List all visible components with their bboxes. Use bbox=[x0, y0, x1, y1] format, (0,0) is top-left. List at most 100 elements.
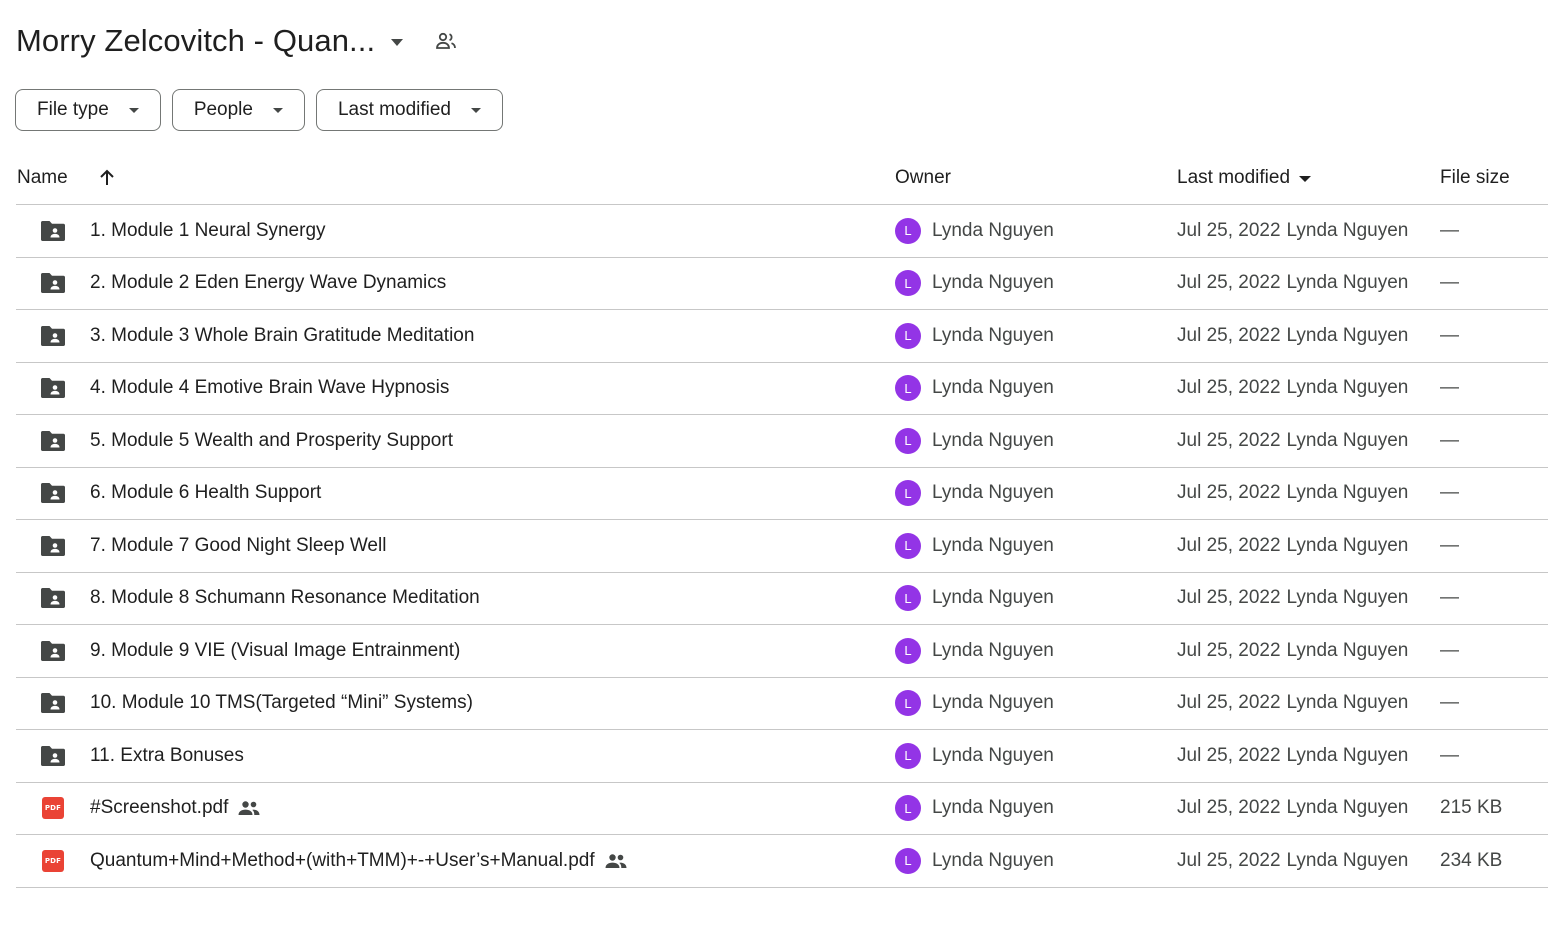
avatar: L bbox=[895, 742, 921, 769]
file-type-filter[interactable]: File type bbox=[15, 89, 161, 131]
avatar: L bbox=[895, 322, 921, 349]
last-modified-filter[interactable]: Last modified bbox=[315, 89, 503, 131]
table-row[interactable]: 3. Module 3 Whole Brain Gratitude Medita… bbox=[16, 310, 1548, 363]
owner-name: Lynda Nguyen bbox=[932, 219, 1054, 241]
file-name[interactable]: 9. Module 9 VIE (Visual Image Entrainmen… bbox=[90, 640, 460, 662]
owner-name: Lynda Nguyen bbox=[932, 377, 1054, 398]
modified-by: Lynda Nguyen bbox=[1286, 429, 1409, 451]
file-name-cell: 2. Module 2 Eden Energy Wave Dynamics bbox=[90, 258, 446, 309]
avatar: L bbox=[895, 690, 921, 716]
people-filter[interactable]: People bbox=[171, 89, 305, 131]
table-row[interactable]: PDF Quantum+Mind+Method+(with+TMM)+-+User… bbox=[16, 835, 1548, 888]
owner-name: Lynda Nguyen bbox=[932, 482, 1054, 503]
owner-header-label: Owner bbox=[895, 167, 951, 188]
owner-cell: L Lynda Nguyen bbox=[895, 415, 1054, 466]
file-name[interactable]: 2. Module 2 Eden Energy Wave Dynamics bbox=[90, 272, 446, 294]
pdf-badge: PDF bbox=[42, 849, 64, 872]
shared-people-icon[interactable] bbox=[433, 28, 459, 54]
file-name-cell: 4. Module 4 Emotive Brain Wave Hypnosis bbox=[90, 363, 449, 414]
file-size: — bbox=[1440, 587, 1459, 608]
owner-column-header: Owner bbox=[895, 152, 951, 204]
file-name[interactable]: #Screenshot.pdf bbox=[90, 797, 228, 819]
file-size: 215 KB bbox=[1440, 797, 1503, 818]
owner-cell: L Lynda Nguyen bbox=[895, 835, 1054, 886]
chevron-down-icon[interactable] bbox=[391, 39, 404, 46]
filter-chips: File type People Last modified bbox=[15, 89, 503, 131]
file-name[interactable]: 5. Module 5 Wealth and Prosperity Suppor… bbox=[90, 430, 453, 452]
avatar: L bbox=[895, 585, 921, 611]
table-body: 1. Module 1 Neural Synergy L Lynda Nguyen J… bbox=[16, 205, 1548, 888]
folder-title[interactable]: Morry Zelcovitch - Quan... bbox=[16, 23, 375, 59]
table-row[interactable]: 10. Module 10 TMS(Targeted “Mini” System… bbox=[16, 678, 1548, 730]
modified-by: Lynda Nguyen bbox=[1286, 797, 1409, 818]
shared-folder-icon bbox=[39, 730, 67, 781]
last-modified-cell: Jul 25, 2022 Lynda Nguyen bbox=[1177, 678, 1408, 729]
last-modified-cell: Jul 25, 2022 Lynda Nguyen bbox=[1177, 730, 1408, 781]
owner-cell: L Lynda Nguyen bbox=[895, 310, 1054, 361]
shared-folder-icon bbox=[39, 520, 67, 571]
file-name[interactable]: 11. Extra Bonuses bbox=[90, 745, 244, 767]
table-row[interactable]: 2. Module 2 Eden Energy Wave Dynamics L Ly… bbox=[16, 258, 1548, 310]
owner-cell: L Lynda Nguyen bbox=[895, 678, 1054, 729]
last-modified-cell: Jul 25, 2022 Lynda Nguyen bbox=[1177, 415, 1408, 466]
table-row[interactable]: 11. Extra Bonuses L Lynda Nguyen Jul 25, 20… bbox=[16, 730, 1548, 783]
table-row[interactable]: 6. Module 6 Health Support L Lynda Nguyen J… bbox=[16, 468, 1548, 520]
file-size: — bbox=[1440, 429, 1459, 451]
pdf-icon: PDF bbox=[39, 783, 67, 834]
file-size: — bbox=[1440, 324, 1459, 346]
avatar: L bbox=[895, 375, 921, 401]
table-row[interactable]: 7. Module 7 Good Night Sleep Well L Lynda … bbox=[16, 520, 1548, 573]
file-size: — bbox=[1440, 744, 1459, 766]
file-name[interactable]: 6. Module 6 Health Support bbox=[90, 482, 321, 504]
owner-name: Lynda Nguyen bbox=[932, 639, 1054, 661]
file-name[interactable]: 1. Module 1 Neural Synergy bbox=[90, 220, 326, 242]
last-modified-cell: Jul 25, 2022 Lynda Nguyen bbox=[1177, 520, 1408, 571]
modified-date: Jul 25, 2022 bbox=[1177, 849, 1281, 871]
table-row[interactable]: 9. Module 9 VIE (Visual Image Entrainmen… bbox=[16, 625, 1548, 678]
file-name[interactable]: 8. Module 8 Schumann Resonance Meditatio… bbox=[90, 587, 480, 609]
shared-folder-icon bbox=[39, 678, 67, 729]
arrow-up-icon[interactable] bbox=[97, 168, 117, 188]
table-row[interactable]: PDF #Screenshot.pdf L Lynda Nguyen Jul 25, 2… bbox=[16, 783, 1548, 835]
modified-by: Lynda Nguyen bbox=[1286, 692, 1409, 713]
last-modified-header-label: Last modified bbox=[1177, 167, 1291, 188]
modified-by: Lynda Nguyen bbox=[1286, 272, 1409, 293]
table-row[interactable]: 8. Module 8 Schumann Resonance Meditatio… bbox=[16, 573, 1548, 625]
owner-name: Lynda Nguyen bbox=[932, 534, 1054, 556]
modified-date: Jul 25, 2022 bbox=[1177, 377, 1281, 398]
last-modified-column-header[interactable]: Last modified bbox=[1177, 152, 1312, 204]
file-name[interactable]: 7. Module 7 Good Night Sleep Well bbox=[90, 535, 386, 557]
file-size-column-header: File size bbox=[1440, 152, 1510, 204]
file-size-header-label: File size bbox=[1440, 167, 1510, 188]
drive-folder-view: Morry Zelcovitch - Quan... File type Peo… bbox=[0, 0, 1548, 943]
file-name[interactable]: 4. Module 4 Emotive Brain Wave Hypnosis bbox=[90, 377, 449, 399]
owner-cell: L Lynda Nguyen bbox=[895, 205, 1054, 256]
modified-date: Jul 25, 2022 bbox=[1177, 429, 1281, 451]
modified-date: Jul 25, 2022 bbox=[1177, 324, 1281, 346]
file-name[interactable]: 10. Module 10 TMS(Targeted “Mini” System… bbox=[90, 692, 473, 714]
modified-date: Jul 25, 2022 bbox=[1177, 587, 1281, 608]
shared-folder-icon bbox=[39, 573, 67, 624]
owner-name: Lynda Nguyen bbox=[932, 429, 1054, 451]
last-modified-cell: Jul 25, 2022 Lynda Nguyen bbox=[1177, 258, 1408, 309]
dropdown-arrow-icon bbox=[471, 107, 481, 113]
avatar: L bbox=[895, 532, 921, 559]
file-name-cell: 6. Module 6 Health Support bbox=[90, 468, 321, 519]
table-row[interactable]: 1. Module 1 Neural Synergy L Lynda Nguyen J… bbox=[16, 205, 1548, 258]
file-name-cell: 3. Module 3 Whole Brain Gratitude Medita… bbox=[90, 310, 474, 361]
modified-by: Lynda Nguyen bbox=[1286, 324, 1409, 346]
file-name-cell: 11. Extra Bonuses bbox=[90, 730, 244, 781]
table-row[interactable]: 5. Module 5 Wealth and Prosperity Suppor… bbox=[16, 415, 1548, 468]
chip-label: Last modified bbox=[337, 99, 451, 120]
name-header-label: Name bbox=[17, 167, 68, 188]
name-column-header[interactable]: Name bbox=[17, 152, 117, 204]
file-name[interactable]: Quantum+Mind+Method+(with+TMM)+-+User’s+… bbox=[90, 850, 595, 872]
last-modified-cell: Jul 25, 2022 Lynda Nguyen bbox=[1177, 310, 1408, 361]
shared-folder-icon bbox=[39, 363, 67, 414]
folder-title-bar: Morry Zelcovitch - Quan... bbox=[16, 18, 459, 64]
file-name[interactable]: 3. Module 3 Whole Brain Gratitude Medita… bbox=[90, 325, 474, 347]
owner-cell: L Lynda Nguyen bbox=[895, 730, 1054, 781]
table-row[interactable]: 4. Module 4 Emotive Brain Wave Hypnosis L… bbox=[16, 363, 1548, 415]
file-size: — bbox=[1440, 219, 1459, 241]
file-list: Name Owner Last modified File size 1. Mo… bbox=[16, 152, 1548, 888]
